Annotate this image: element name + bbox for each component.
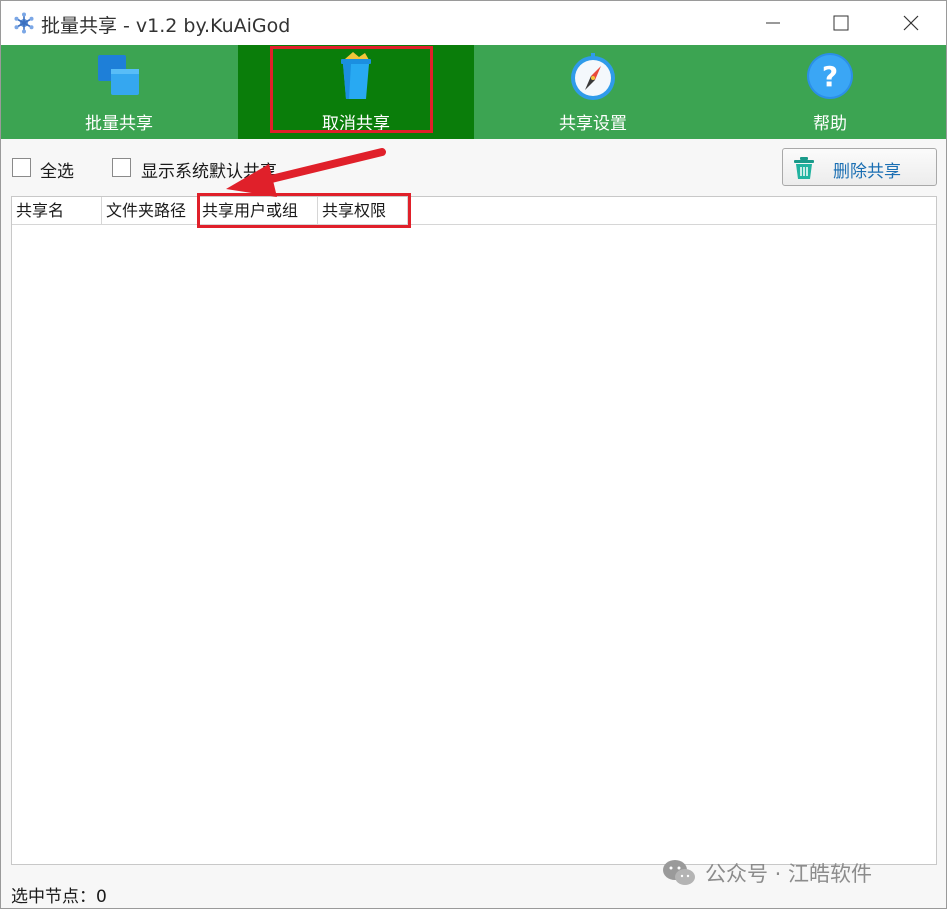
share-list[interactable]: 共享名 文件夹路径 共享用户或组 共享权限 [11,196,937,865]
close-icon [903,15,919,31]
recycle-bin-icon [341,52,371,99]
maximize-icon [833,15,849,31]
list-header: 共享名 文件夹路径 共享用户或组 共享权限 [12,197,936,225]
watermark: 公众号 · 江皓软件 [661,856,872,890]
help-icon: ? [807,53,853,99]
column-header-share-user[interactable]: 共享用户或组 [198,197,318,224]
toolbar-label-cancel-share: 取消共享 [322,114,390,134]
toolbar-label-share-settings: 共享设置 [559,114,627,134]
delete-share-button[interactable]: 删除共享 [782,148,937,186]
compass-icon [571,53,615,100]
toolbar-help-button[interactable]: ? 帮助 [712,45,947,139]
window-title: 批量共享 - v1.2 by.KuAiGod [41,15,291,37]
main-toolbar: 批量共享 取消共享 共享设置 ? 帮助 [1,45,946,139]
windows-stack-icon [98,55,139,95]
select-all-label: 全选 [40,162,74,182]
show-default-share-checkbox[interactable] [112,158,131,177]
select-all-checkbox[interactable] [12,158,31,177]
column-header-share-permission[interactable]: 共享权限 [318,197,408,224]
watermark-text: 公众号 · 江皓软件 [705,862,873,886]
svg-text:?: ? [822,60,838,93]
selected-count-label: 选中节点： [11,887,96,907]
toolbar-label-batch-share: 批量共享 [85,114,153,134]
trash-icon [794,157,814,179]
title-bar: 批量共享 - v1.2 by.KuAiGod [1,1,946,45]
app-window: 批量共享 - v1.2 by.KuAiGod 批量共享 取消共享 共享设置 ? … [0,0,947,909]
toolbar-batch-share-button[interactable]: 批量共享 [1,45,237,139]
column-header-folder-path[interactable]: 文件夹路径 [102,197,198,224]
maximize-button[interactable] [806,1,876,45]
minimize-icon [766,22,780,24]
column-header-share-name[interactable]: 共享名 [12,197,102,224]
close-button[interactable] [876,1,946,45]
toolbar-share-settings-button[interactable]: 共享设置 [475,45,711,139]
delete-share-label: 删除共享 [833,162,901,182]
status-bar: 选中节点：0 [11,882,107,907]
selected-count-value: 0 [96,887,107,907]
toolbar-label-help: 帮助 [813,114,847,134]
minimize-button[interactable] [738,1,808,45]
app-logo-icon [14,12,34,34]
wechat-icon [663,860,695,885]
show-default-share-label: 显示系统默认共享 [141,162,277,182]
toolbar-cancel-share-button[interactable]: 取消共享 [238,45,474,139]
